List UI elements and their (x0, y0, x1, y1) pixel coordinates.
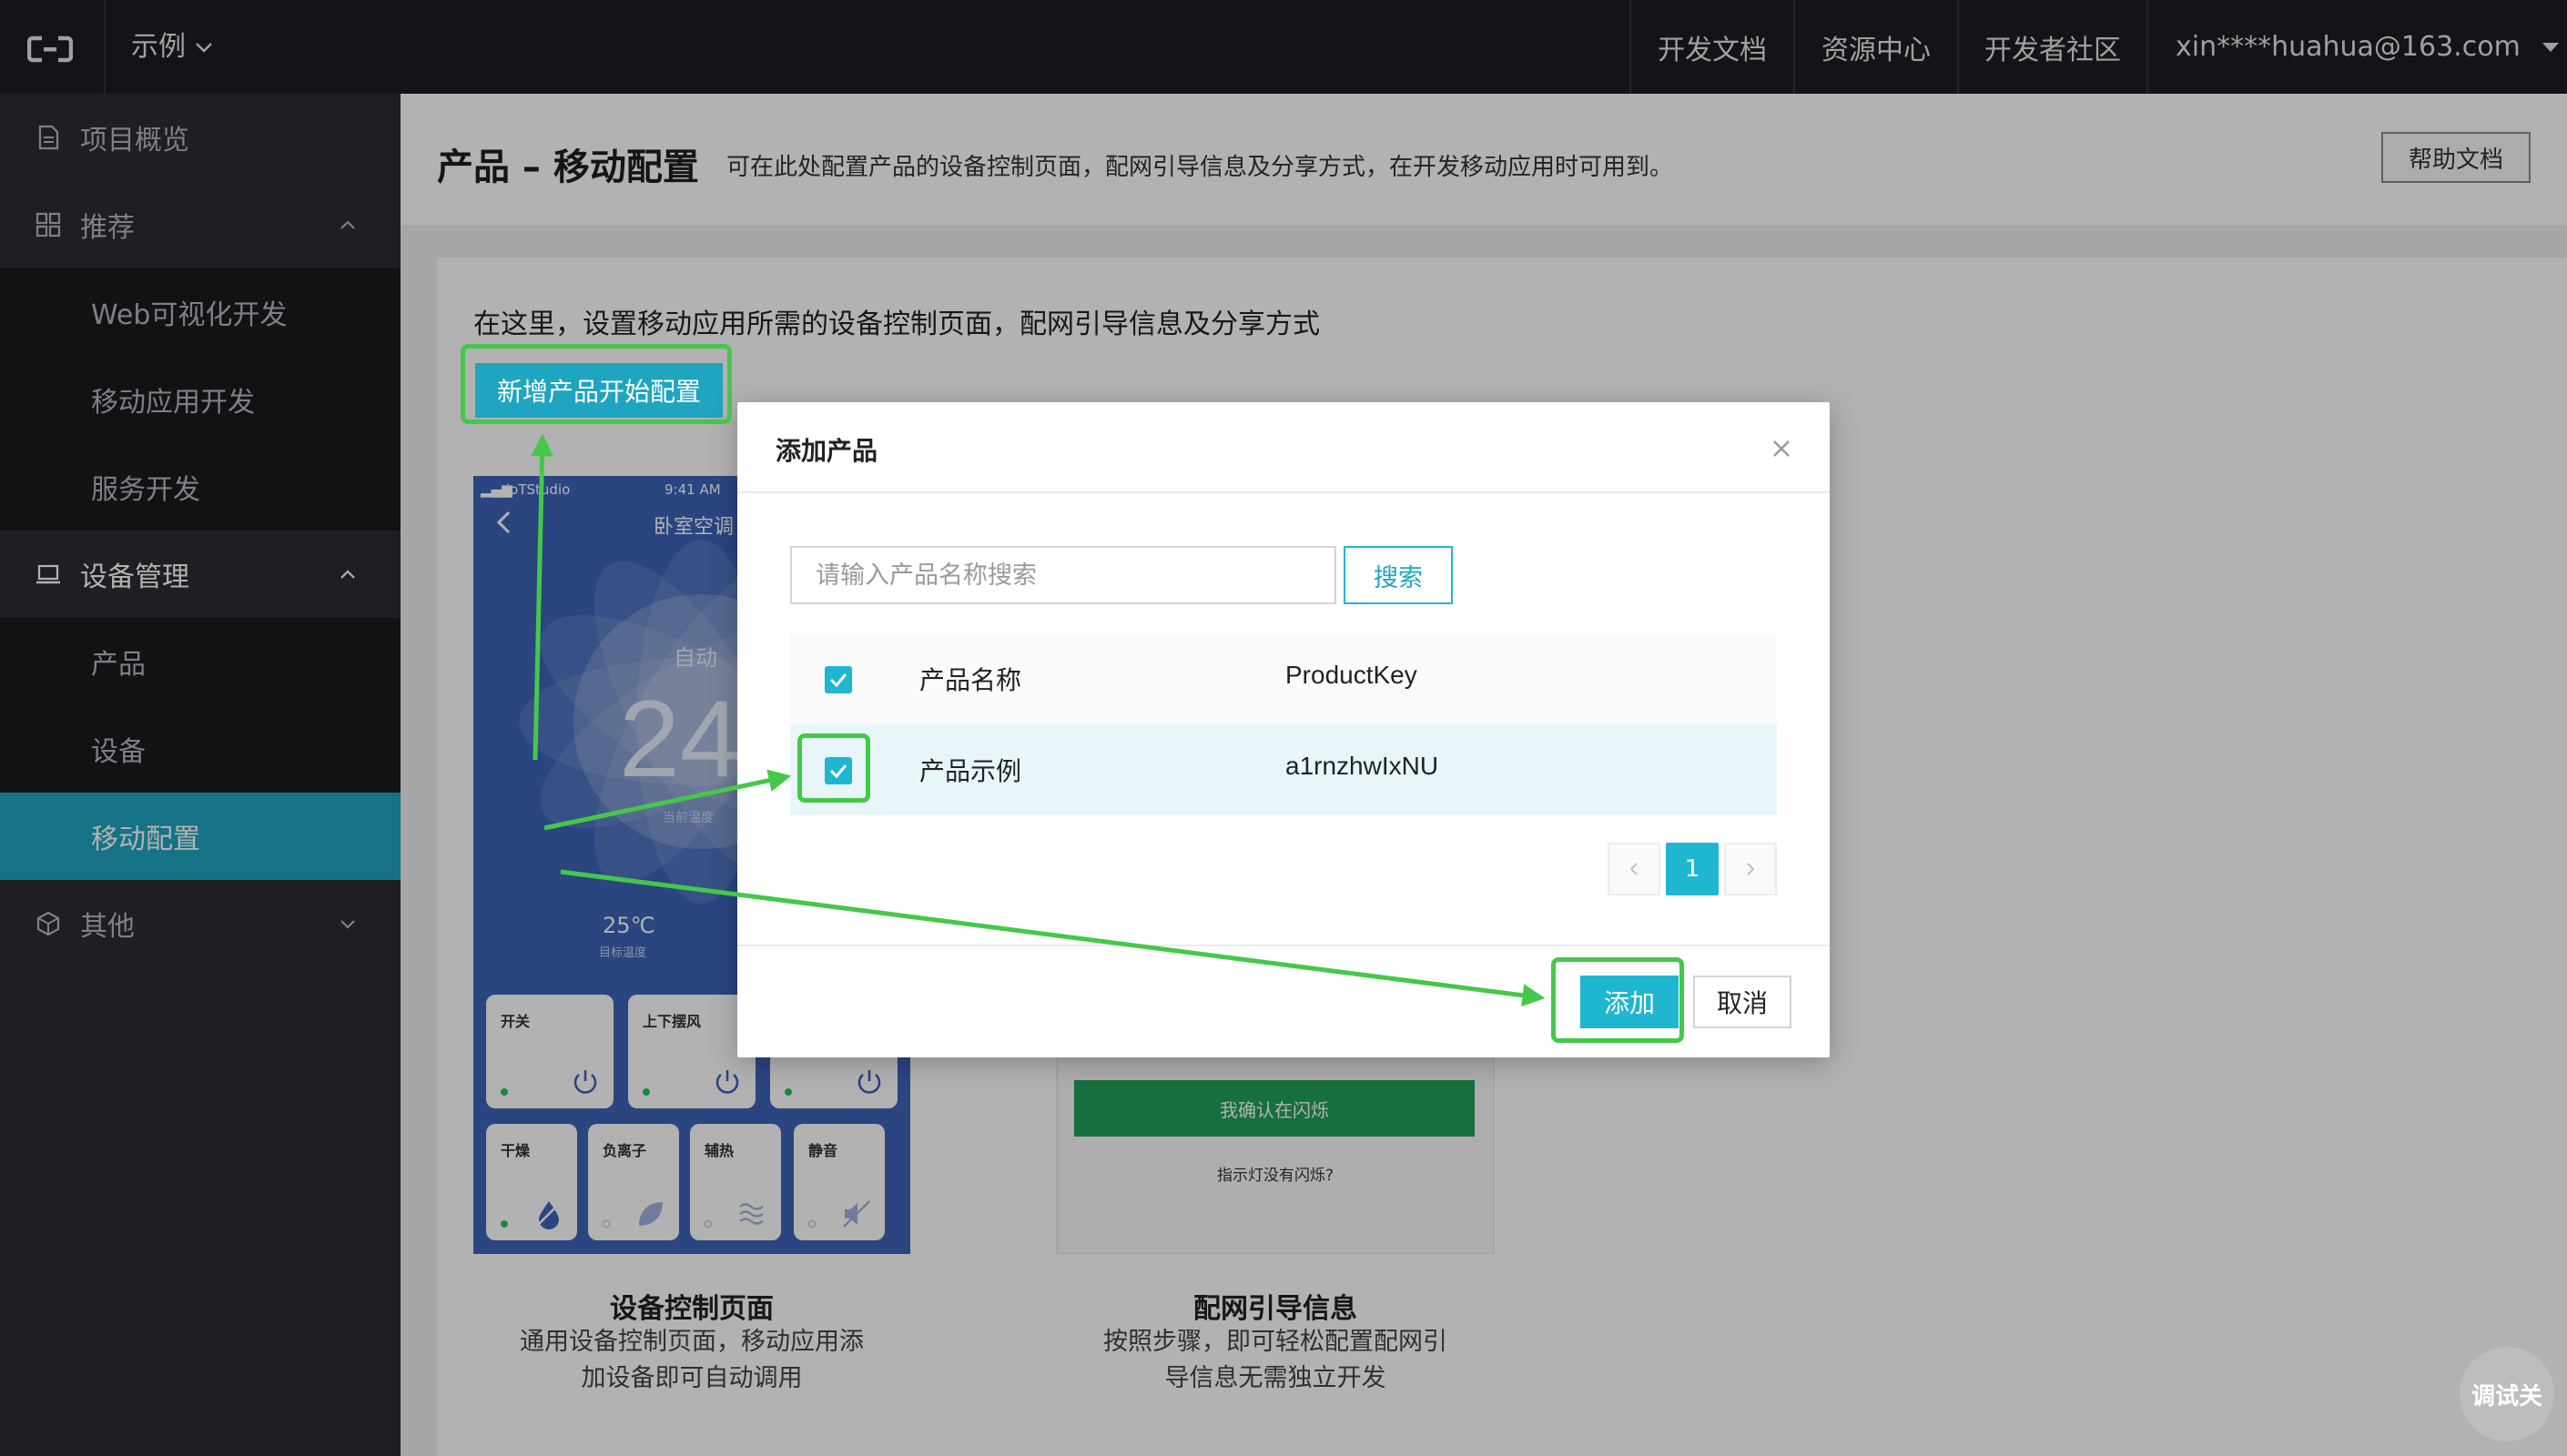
dialog-title: 添加产品 (776, 436, 878, 466)
column-header-productkey: ProductKey (1285, 661, 1417, 689)
pager-prev-button[interactable] (1608, 843, 1660, 895)
product-search-input[interactable] (790, 546, 1336, 604)
dialog-cancel-button[interactable]: 取消 (1693, 976, 1791, 1028)
row-checkbox[interactable] (825, 757, 852, 784)
check-icon (829, 673, 847, 688)
select-all-checkbox[interactable] (825, 666, 852, 693)
chevron-right-icon (1747, 863, 1755, 875)
dialog-add-button[interactable]: 添加 (1580, 976, 1679, 1028)
table-row[interactable]: 产品示例 a1rnzhwIxNU (790, 724, 1777, 815)
chevron-left-icon (1629, 863, 1638, 875)
add-product-config-button-highlighted[interactable]: 新增产品开始配置 (475, 363, 723, 418)
column-header-name: 产品名称 (919, 665, 1022, 695)
row-product-name: 产品示例 (919, 756, 1022, 786)
dialog-header: 添加产品 (737, 402, 1830, 493)
pager-next-button[interactable] (1724, 843, 1777, 895)
pager-page-1[interactable]: 1 (1666, 843, 1719, 895)
search-button[interactable]: 搜索 (1344, 546, 1453, 604)
add-product-dialog: 添加产品 搜索 产品名称 ProductKey 产品示例 a1rnzhwIxNU… (737, 402, 1830, 1057)
close-icon[interactable] (1771, 439, 1791, 459)
dialog-footer-divider (737, 945, 1830, 946)
table-header: 产品名称 ProductKey (790, 633, 1777, 724)
check-icon (829, 764, 847, 779)
row-product-key: a1rnzhwIxNU (1285, 752, 1439, 780)
debug-toggle-button[interactable]: 调试关 (2460, 1347, 2554, 1441)
